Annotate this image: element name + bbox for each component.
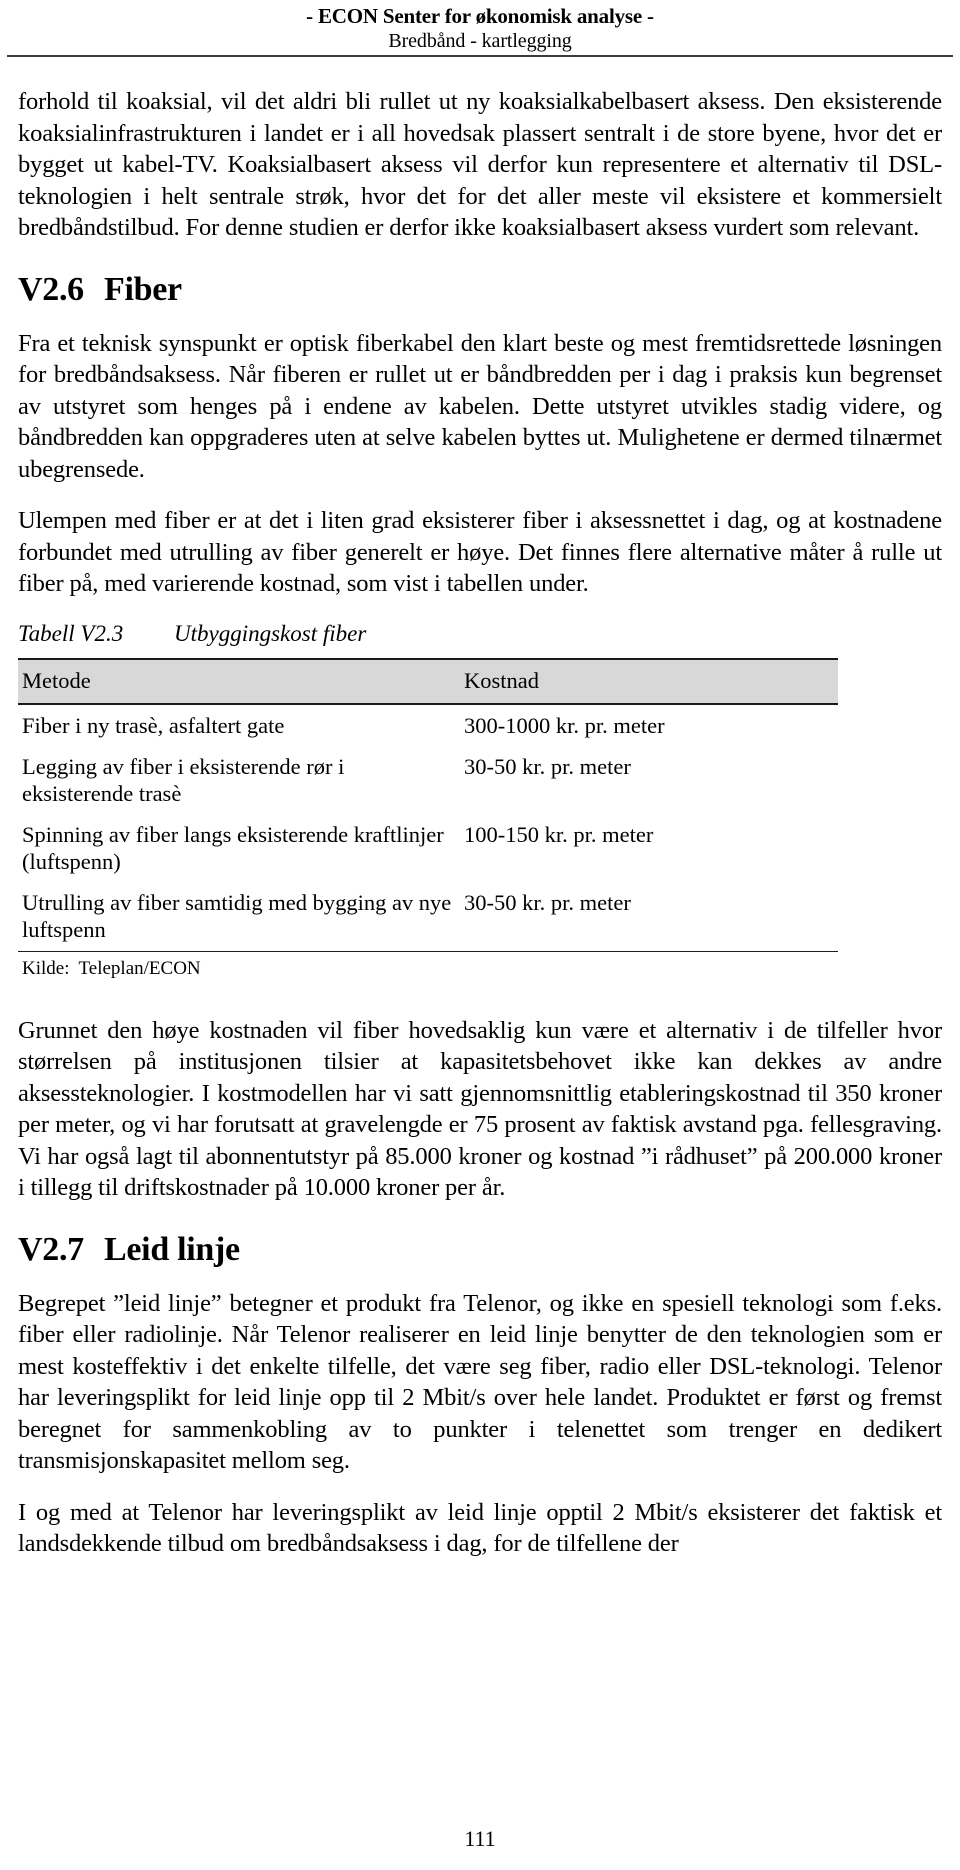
cell-metode: Fiber i ny trasè, asfaltert gate: [22, 712, 285, 738]
cost-table: Metode Kostnad Fiber i ny trasè, asfalte…: [18, 657, 838, 952]
paragraph-coax-continued: forhold til koaksial, vil det aldri bli …: [18, 88, 942, 241]
cell-metode: Spinning av fiber langs eksisterende kra…: [22, 821, 444, 874]
table-row: Fiber i ny trasè, asfaltert gate 300-100…: [18, 704, 838, 746]
paragraph-fiber-2: Ulempen med fiber er at det i liten grad…: [18, 507, 942, 597]
section-title-fiber: Fiber: [104, 270, 182, 308]
cell-kostnad: 30-50 kr. pr. meter: [464, 753, 631, 779]
header-organization-line: - ECON Senter for økonomisk analyse -: [306, 4, 654, 28]
paragraph-fiber-3: Grunnet den høye kostnaden vil fiber hov…: [18, 1016, 942, 1202]
page-content: forhold til koaksial, vil det aldri bli …: [18, 86, 942, 1560]
paragraph-fiber-1: Fra et teknisk synspunkt er optisk fiber…: [18, 329, 942, 483]
section-title-leid-linje: Leid linje: [104, 1230, 240, 1268]
cell-kostnad: 100-150 kr. pr. meter: [464, 821, 654, 847]
cell-metode: Utrulling av fiber samtidig med bygging …: [18, 881, 460, 952]
table-row: Utrulling av fiber samtidig med bygging …: [18, 881, 838, 952]
table-source-note: Kilde: Teleplan/ECON: [18, 952, 942, 981]
page-number: 111: [464, 1826, 496, 1851]
cell-kostnad: 300-1000 kr. pr. meter: [464, 712, 665, 738]
table-caption-title: Utbyggingskost fiber: [174, 620, 367, 646]
table-row: Spinning av fiber langs eksisterende kra…: [18, 814, 838, 882]
table-caption-number: Tabell V2.3: [18, 620, 124, 646]
column-header-kostnad: Kostnad: [460, 657, 838, 705]
table-block-utbyggingskost-fiber: Tabell V2.3 Utbyggingskost fiber Metode K…: [18, 620, 942, 981]
section-heading-fiber: V2.6 Fiber: [18, 270, 942, 310]
document-page: - ECON Senter for økonomisk analyse - Br…: [0, 0, 960, 1870]
section-number-leid-linje: V2.7: [18, 1230, 84, 1268]
cell-metode: Legging av fiber i eksisterende rør i ek…: [22, 753, 345, 806]
running-header: - ECON Senter for økonomisk analyse - Br…: [0, 4, 960, 53]
section-heading-leid-linje: V2.7 Leid linje: [18, 1230, 942, 1270]
paragraph-leid-linje-2: I og med at Telenor har leveringsplikt a…: [18, 1498, 942, 1558]
table-source-value: Teleplan/ECON: [78, 957, 201, 979]
header-divider: [7, 55, 953, 57]
table-source-label: Kilde:: [22, 957, 70, 979]
header-document-line: Bredbånd - kartlegging: [388, 30, 572, 52]
column-header-metode: Metode: [18, 657, 460, 705]
table-header-row: Metode Kostnad: [18, 657, 838, 705]
paragraph-leid-linje-1: Begrepet ”leid linje” betegner et produk…: [18, 1289, 942, 1475]
cell-kostnad: 30-50 kr. pr. meter: [460, 881, 838, 952]
section-number-fiber: V2.6: [18, 270, 84, 308]
table-row: Legging av fiber i eksisterende rør i ek…: [18, 746, 838, 814]
table-caption: Tabell V2.3 Utbyggingskost fiber: [18, 620, 942, 648]
